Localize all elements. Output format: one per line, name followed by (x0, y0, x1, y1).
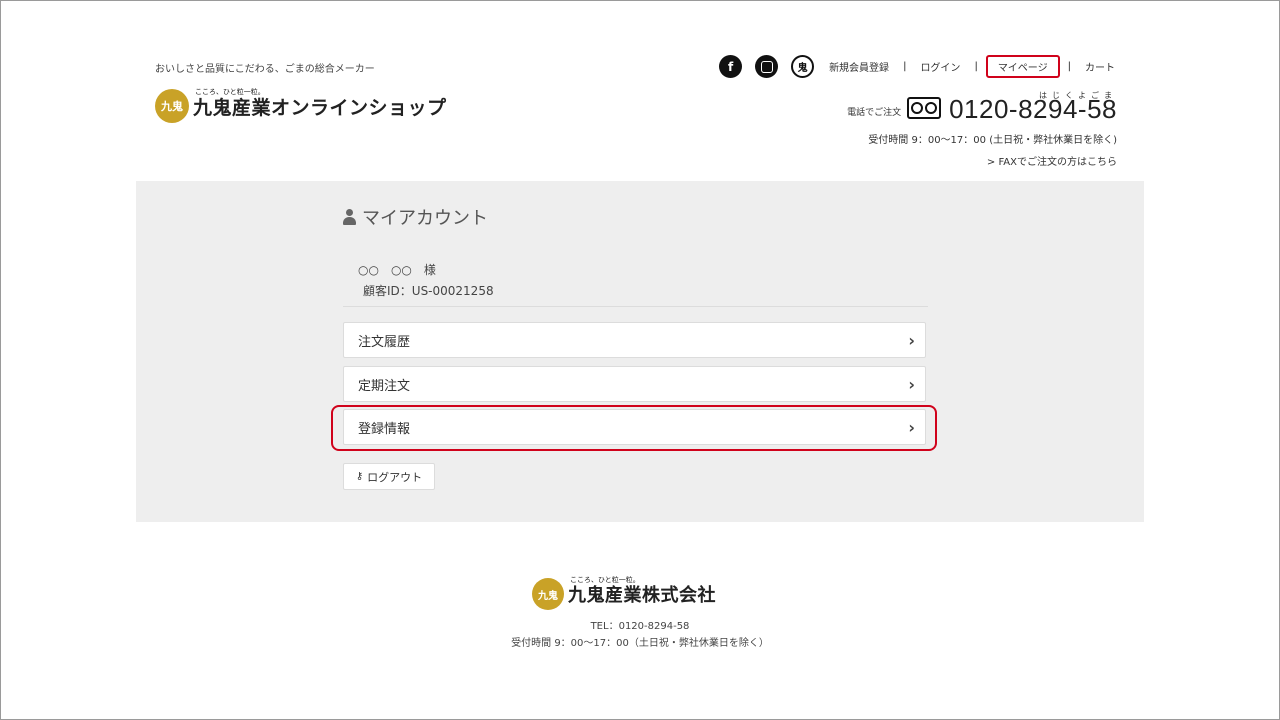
mypage-link[interactable]: マイページ (985, 55, 1060, 78)
chevron-right-icon: › (908, 330, 915, 350)
divider (343, 306, 928, 307)
phone-order: 電話でご注文 0120-8294-58 (847, 96, 1117, 122)
chevron-right-icon: › (908, 374, 915, 394)
logo-subtitle: こころ、ひと粒一粒。 (195, 87, 265, 96)
cart-link[interactable]: カート (1083, 59, 1117, 74)
nav-separator: | (903, 61, 907, 72)
logo-text: こころ、ひと粒一粒。 九鬼産業オンラインショップ (193, 88, 447, 120)
logo-mark: 九鬼 (155, 89, 189, 123)
menu-order-history[interactable]: 注文履歴 › (343, 322, 926, 358)
page-title: マイアカウント (343, 204, 488, 230)
nav-separator: | (974, 61, 978, 72)
highlight-box (331, 405, 937, 451)
fax-order-link[interactable]: > FAXでご注文の方はこちら (987, 153, 1117, 168)
key-icon: ⚷ (355, 471, 364, 482)
page-title-text: マイアカウント (362, 208, 488, 229)
phone-label: 電話でご注文 (847, 108, 902, 118)
logo-subtitle: こころ、ひと粒一粒。 (570, 576, 640, 584)
business-hours: 受付時間 9：00〜17：00 (土日祝・弊社休業日を除く) (868, 135, 1117, 146)
logout-label: ログアウト (367, 470, 423, 484)
footer-logo[interactable]: 九鬼 こころ、ひと粒一粒。 九鬼産業株式会社 (532, 576, 716, 610)
facebook-icon[interactable]: f (719, 55, 743, 78)
menu-label: 注文履歴 (358, 334, 411, 350)
instagram-glyph (760, 60, 773, 73)
nav-separator: | (1067, 61, 1071, 72)
instagram-icon[interactable] (755, 55, 779, 78)
header-tagline: おいしさと品質にこだわる、ごまの総合メーカー (155, 64, 375, 75)
brand-icon[interactable]: 鬼 (791, 55, 815, 78)
logout-button[interactable]: ⚷ ログアウト (343, 463, 435, 490)
footer-tel: TEL：0120-8294-58 (590, 621, 690, 632)
menu-label: 定期注文 (358, 378, 411, 394)
logo-mark: 九鬼 (532, 578, 564, 610)
top-navigation: f 鬼 新規会員登録 | ログイン | マイページ | カート (719, 55, 1117, 78)
login-link[interactable]: ログイン (918, 59, 962, 74)
phone-number[interactable]: 0120-8294-58 (949, 96, 1117, 122)
logo-title: 九鬼産業オンラインショップ (193, 96, 447, 119)
register-link[interactable]: 新規会員登録 (827, 59, 891, 74)
freedial-icon (907, 97, 942, 119)
logo-text: こころ、ひと粒一粒。 九鬼産業株式会社 (568, 576, 716, 607)
customer-id: 顧客ID：US-00021258 (363, 284, 494, 298)
user-icon (343, 209, 356, 225)
footer-hours: 受付時間 9：00〜17：00（土日祝・弊社休業日を除く） (511, 638, 769, 649)
menu-subscription-orders[interactable]: 定期注文 › (343, 366, 926, 402)
site-logo[interactable]: 九鬼 こころ、ひと粒一粒。 九鬼産業オンラインショップ (155, 88, 447, 123)
customer-name: ○○ ○○ 様 (358, 263, 436, 277)
